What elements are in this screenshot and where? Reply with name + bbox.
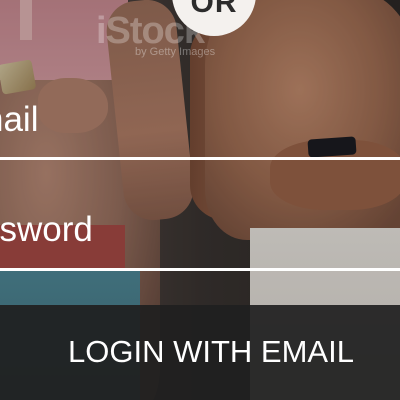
password-field-underline	[0, 268, 400, 271]
email-field[interactable]: nail	[0, 100, 38, 140]
email-field-underline	[0, 157, 400, 160]
watermark-credit: by Getty Images	[135, 46, 216, 58]
logo-badge-label: OR	[190, 0, 238, 19]
login-with-email-button[interactable]: LOGIN WITH EMAIL	[0, 305, 400, 400]
password-field[interactable]: ssword	[0, 210, 93, 250]
login-with-email-label: LOGIN WITH EMAIL	[68, 333, 354, 369]
